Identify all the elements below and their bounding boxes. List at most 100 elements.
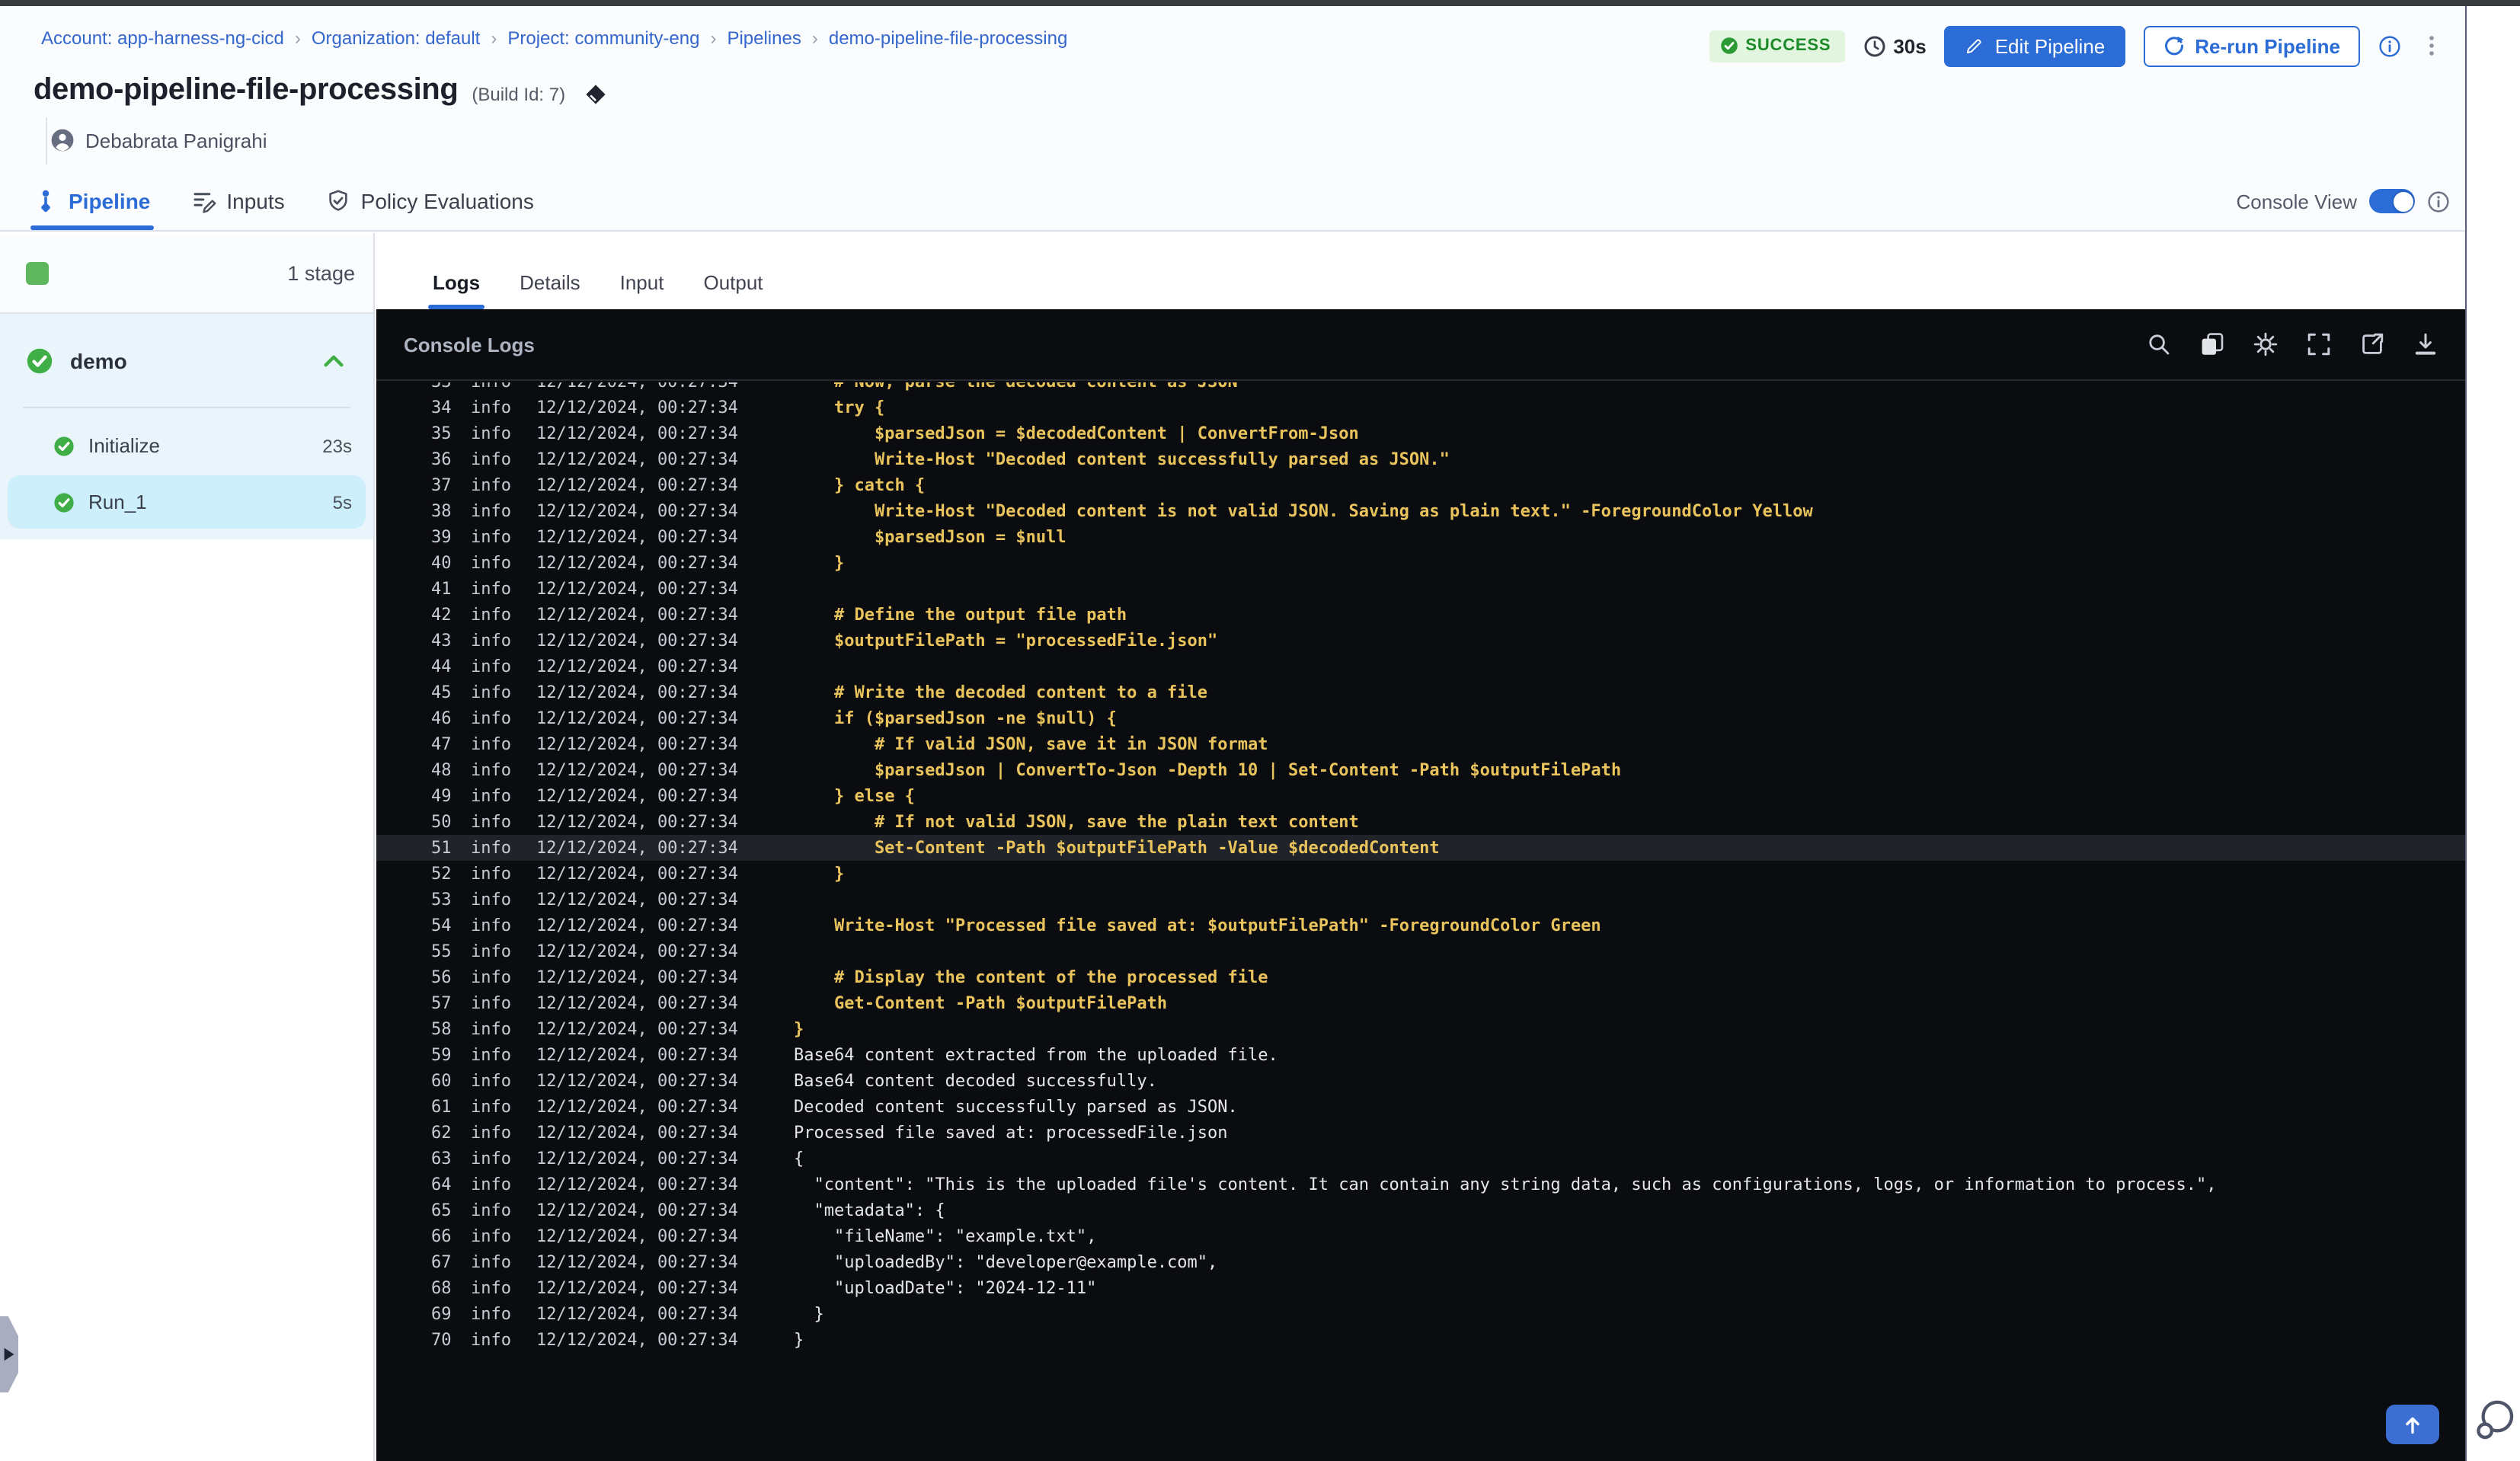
log-level: info	[471, 1252, 511, 1272]
scroll-to-top-button[interactable]	[2386, 1405, 2439, 1444]
log-row[interactable]: 48 info 12/12/2024, 00:27:34 $parsedJson | …	[376, 757, 2465, 783]
log-row[interactable]: 49 info 12/12/2024, 00:27:34} else {	[376, 783, 2465, 809]
settings-icon[interactable]	[2253, 332, 2278, 356]
log-line-number: 61	[431, 1097, 452, 1117]
log-row[interactable]: 46 info 12/12/2024, 00:27:34 if ($parsedJso…	[376, 705, 2465, 731]
console-tab-details[interactable]: Details	[520, 271, 580, 309]
log-row[interactable]: 53 info 12/12/2024, 00:27:34	[376, 887, 2465, 913]
log-row[interactable]: 36 info 12/12/2024, 00:27:34 Write-Host "De…	[376, 446, 2465, 472]
edit-pipeline-button[interactable]: Edit Pipeline	[1944, 25, 2125, 66]
pipeline-icon	[34, 189, 58, 213]
log-row[interactable]: 40 info 12/12/2024, 00:27:34}	[376, 550, 2465, 576]
log-row[interactable]: 68 info 12/12/2024, 00:27:34 "uploadDate": …	[376, 1275, 2465, 1301]
search-icon[interactable]	[2147, 332, 2171, 356]
log-row[interactable]: 57 info 12/12/2024, 00:27:34 Get-Content -P…	[376, 990, 2465, 1016]
toggle-knob	[2393, 191, 2413, 211]
stage-row-demo[interactable]: demo	[0, 314, 373, 407]
expand-panel-tab[interactable]	[0, 1316, 18, 1392]
log-row[interactable]: 64 info 12/12/2024, 00:27:34 "content": "Th…	[376, 1172, 2465, 1197]
log-row[interactable]: 44 info 12/12/2024, 00:27:34	[376, 654, 2465, 679]
log-row[interactable]: 42 info 12/12/2024, 00:27:34 # Define the o…	[376, 602, 2465, 628]
log-row[interactable]: 39 info 12/12/2024, 00:27:34 $parsedJson = …	[376, 524, 2465, 550]
console-view-label: Console View	[2236, 190, 2357, 213]
log-row[interactable]: 54 info 12/12/2024, 00:27:34 Write-Host "Pr…	[376, 913, 2465, 938]
log-row[interactable]: 38 info 12/12/2024, 00:27:34 Write-Host "De…	[376, 498, 2465, 524]
breadcrumb-separator: ›	[491, 27, 497, 49]
log-level: info	[471, 812, 511, 832]
copy-icon[interactable]	[2200, 332, 2224, 356]
log-line-number: 58	[431, 1019, 452, 1039]
breadcrumb-item[interactable]: Account: app-harness-ng-cicd	[41, 27, 284, 49]
chevron-up-icon[interactable]	[320, 347, 347, 374]
log-line-number: 36	[431, 449, 452, 469]
tab-pipeline[interactable]: Pipeline	[30, 189, 153, 230]
log-level: info	[471, 967, 511, 987]
log-line-number: 41	[431, 579, 452, 599]
rerun-pipeline-button[interactable]: Re-run Pipeline	[2143, 25, 2360, 66]
console-tab-input[interactable]: Input	[620, 271, 664, 309]
log-scroll-area[interactable]: 33info12/12/2024, 00:27:34# Now, parse t…	[376, 382, 2465, 1461]
breadcrumb-item[interactable]: demo-pipeline-file-processing	[829, 27, 1068, 49]
console-tab-output[interactable]: Output	[703, 271, 763, 309]
header-tabs: Pipeline Inputs Policy Evaluations	[30, 189, 534, 230]
log-row[interactable]: 33info12/12/2024, 00:27:34# Now, parse t…	[376, 382, 2465, 395]
log-row[interactable]: 56 info 12/12/2024, 00:27:34 # Display the …	[376, 964, 2465, 990]
log-timestamp: 12/12/2024, 00:27:34	[536, 812, 738, 832]
breadcrumb-item[interactable]: Pipelines	[727, 27, 801, 49]
breadcrumb-item[interactable]: Project: community-eng	[507, 27, 699, 49]
log-level: info	[471, 1278, 511, 1298]
tab-inputs[interactable]: Inputs	[191, 189, 285, 230]
step-row-run_1[interactable]: Run_1 5s	[8, 475, 366, 529]
log-level: info	[471, 398, 511, 417]
log-level: info	[471, 1304, 511, 1324]
open-in-new-icon[interactable]	[2360, 332, 2384, 356]
log-row[interactable]: 55 info 12/12/2024, 00:27:34	[376, 938, 2465, 964]
log-timestamp: 12/12/2024, 00:27:34	[536, 1149, 738, 1168]
fullscreen-icon[interactable]	[2307, 332, 2331, 356]
log-row[interactable]: 52 info 12/12/2024, 00:27:34}	[376, 861, 2465, 887]
console-tab-logs[interactable]: Logs	[427, 271, 485, 309]
log-message: if ($parsedJson -ne $null) {	[833, 708, 1117, 728]
log-row[interactable]: 41 info 12/12/2024, 00:27:34	[376, 576, 2465, 602]
step-row-initialize[interactable]: Initialize 23s	[8, 419, 366, 472]
log-level: info	[471, 916, 511, 935]
log-row[interactable]: 65 info 12/12/2024, 00:27:34 "metadata": {	[376, 1197, 2465, 1223]
log-row[interactable]: 59 info 12/12/2024, 00:27:34 Base64 content…	[376, 1042, 2465, 1068]
log-row[interactable]: 43 info 12/12/2024, 00:27:34 $outputFilePat…	[376, 628, 2465, 654]
log-message: } catch {	[833, 475, 926, 495]
log-row[interactable]: 50 info 12/12/2024, 00:27:34 # If not valid…	[376, 809, 2465, 835]
chat-icon[interactable]	[2473, 1399, 2515, 1441]
info-icon[interactable]	[2378, 34, 2401, 57]
log-row[interactable]: 45 info 12/12/2024, 00:27:34 # Write the de…	[376, 679, 2465, 705]
log-row[interactable]: 51 info 12/12/2024, 00:27:34 Set-Content -P…	[376, 835, 2465, 861]
log-row[interactable]: 35 info 12/12/2024, 00:27:34 $parsedJson = …	[376, 420, 2465, 446]
log-level: info	[471, 734, 511, 754]
log-level: info	[471, 1330, 511, 1350]
breadcrumb-item[interactable]: Organization: default	[312, 27, 481, 49]
log-row[interactable]: 61 info 12/12/2024, 00:27:34 Decoded conten…	[376, 1094, 2465, 1120]
log-level: info	[471, 890, 511, 910]
console-view-toggle[interactable]	[2369, 189, 2415, 213]
log-row[interactable]: 69 info 12/12/2024, 00:27:34}	[376, 1301, 2465, 1327]
more-vertical-icon[interactable]	[2419, 34, 2444, 58]
tab-policy-evaluations[interactable]: Policy Evaluations	[326, 189, 534, 230]
download-icon[interactable]	[2413, 332, 2438, 356]
info-icon[interactable]	[2427, 190, 2450, 213]
log-line-number: 40	[431, 553, 452, 573]
log-timestamp: 12/12/2024, 00:27:34	[536, 579, 738, 599]
log-row[interactable]: 67 info 12/12/2024, 00:27:34 "uploadedBy": …	[376, 1249, 2465, 1275]
log-row[interactable]: 62 info 12/12/2024, 00:27:34 Processed file…	[376, 1120, 2465, 1146]
log-timestamp: 12/12/2024, 00:27:34	[536, 1175, 738, 1194]
log-row[interactable]: 70 info 12/12/2024, 00:27:34}	[376, 1327, 2465, 1353]
log-row[interactable]: 37 info 12/12/2024, 00:27:34} catch {	[376, 472, 2465, 498]
tab-label: Policy Evaluations	[360, 189, 534, 213]
play-icon	[3, 1347, 15, 1362]
log-row[interactable]: 66 info 12/12/2024, 00:27:34 "fileName": "e…	[376, 1223, 2465, 1249]
log-row[interactable]: 60 info 12/12/2024, 00:27:34 Base64 content…	[376, 1068, 2465, 1094]
inputs-icon	[191, 189, 216, 213]
log-row[interactable]: 58 info 12/12/2024, 00:27:34}	[376, 1016, 2465, 1042]
log-row[interactable]: 34 info 12/12/2024, 00:27:34 try {	[376, 395, 2465, 420]
log-row[interactable]: 63 info 12/12/2024, 00:27:34 {	[376, 1146, 2465, 1172]
log-row[interactable]: 47 info 12/12/2024, 00:27:34 # If valid JSO…	[376, 731, 2465, 757]
status-label: SUCCESS	[1745, 37, 1831, 55]
